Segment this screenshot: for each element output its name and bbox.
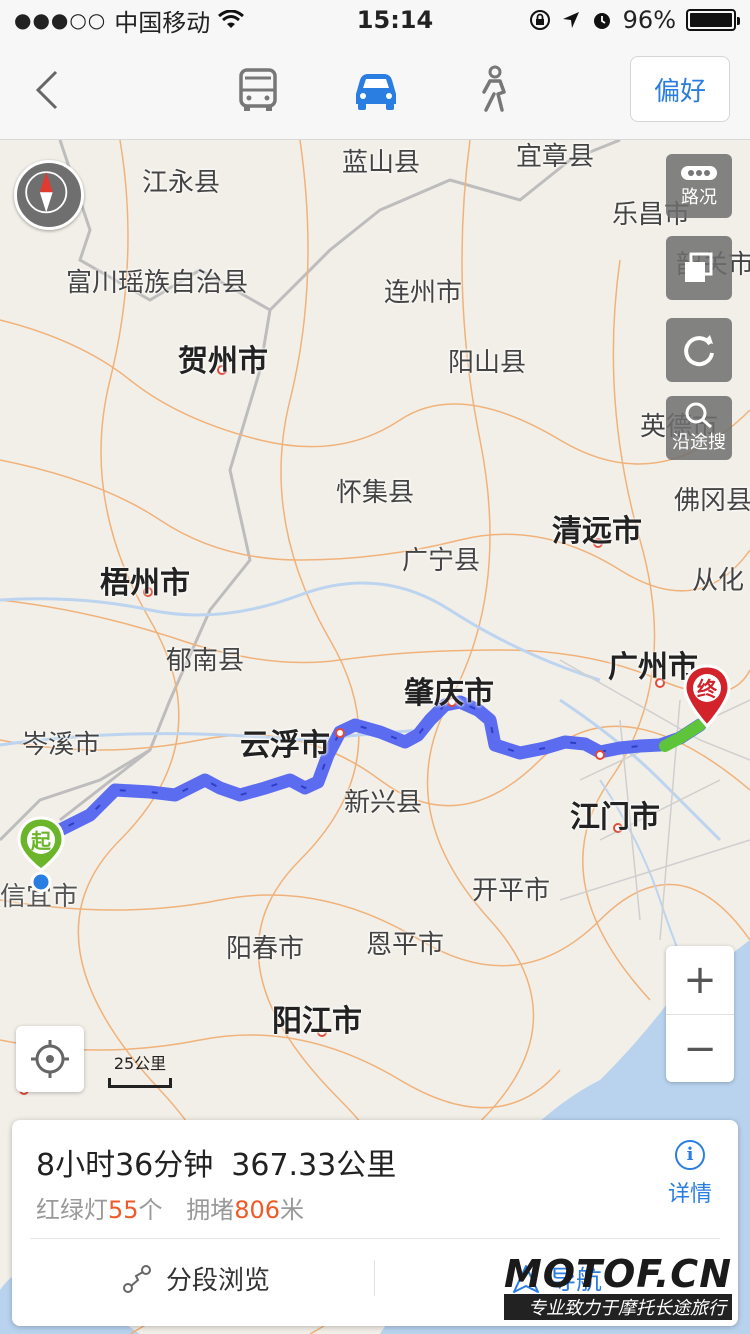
status-bar: ●●●○○ 中国移动 15:14 96% (0, 0, 750, 40)
traffic-button[interactable]: 路况 (666, 154, 732, 218)
congestion-unit: 米 (280, 1196, 304, 1224)
route-stats: 红绿灯55个 拥堵806米 (36, 1190, 304, 1225)
map-scale: 25公里 (108, 1050, 172, 1088)
map-label-fuchuan: 富川瑶族自治县 (66, 268, 249, 298)
map-label-yunan: 郁南县 (166, 646, 245, 676)
map-label-yangchun: 阳春市 (226, 934, 305, 964)
layers-button[interactable] (666, 236, 732, 300)
rotation-lock-icon (529, 10, 550, 30)
battery-icon (686, 9, 740, 31)
compass-button[interactable] (14, 160, 84, 230)
map-label-lanshan: 蓝山县 (342, 148, 421, 178)
map-label-zhaoqing: 肇庆市 (404, 676, 494, 711)
map-label-fogang: 佛冈县 (674, 486, 750, 516)
alarm-icon (593, 13, 610, 29)
segment-route-icon (123, 1264, 151, 1293)
car-mode-button[interactable] (350, 64, 402, 116)
map-label-yangshan: 阳山县 (448, 348, 527, 378)
search-icon (685, 402, 712, 428)
map-label-conghua: 从化 (692, 566, 745, 596)
map-label-guangning: 广宁县 (402, 546, 481, 576)
button-separator (374, 1260, 375, 1296)
traffic-icon (681, 166, 717, 180)
refresh-button[interactable] (666, 318, 732, 382)
details-label: 详情 (667, 1182, 712, 1207)
zoom-in-button[interactable]: + (666, 946, 734, 1014)
map-label-enping: 恩平市 (366, 930, 445, 960)
back-button[interactable] (28, 68, 68, 112)
battery-percent: 96% (622, 6, 676, 34)
segment-browse-button[interactable]: 分段浏览 (122, 1260, 270, 1297)
start-marker[interactable]: 起 (16, 816, 66, 896)
end-marker[interactable]: 终 (682, 664, 732, 734)
crosshair-icon (31, 1040, 69, 1078)
map-label-huaiji: 怀集县 (336, 478, 415, 508)
traffic-lights-label: 红绿灯 (36, 1196, 108, 1224)
map-label-cenxi: 岑溪市 (22, 730, 101, 760)
congestion-label: 拥堵 (186, 1196, 235, 1224)
locate-button[interactable] (16, 1026, 84, 1092)
bus-mode-button[interactable] (232, 64, 284, 116)
map-label-kaiping: 开平市 (472, 876, 551, 906)
details-button[interactable]: i 详情 (660, 1140, 720, 1208)
walk-mode-button[interactable] (468, 64, 520, 116)
status-time: 15:14 (356, 6, 434, 34)
card-divider (30, 1238, 720, 1239)
refresh-icon (684, 335, 714, 367)
watermark-logo: MOTOF.CN (503, 1252, 732, 1296)
layers-icon (685, 252, 713, 282)
map-label-qingyuan: 清远市 (552, 514, 642, 549)
wifi-icon (218, 10, 245, 28)
traffic-label: 路况 (681, 187, 717, 208)
map-label-wuzhou: 梧州市 (100, 566, 190, 601)
zoom-controls: + − (666, 946, 734, 1082)
map-label-jiangyong: 江永县 (142, 168, 221, 198)
search-along-label: 沿途搜 (672, 432, 726, 453)
carrier-name: 中国移动 (114, 8, 211, 37)
map-label-yunfu: 云浮市 (240, 728, 330, 763)
map-label-xinxing: 新兴县 (344, 788, 423, 818)
info-icon: i (675, 1140, 705, 1170)
route-distance: 367.33公里 (231, 1148, 397, 1183)
route-duration: 8小时36分钟 (36, 1148, 214, 1183)
search-along-button[interactable]: 沿途搜 (666, 396, 732, 460)
congestion-length: 806 (234, 1196, 280, 1224)
segment-browse-label: 分段浏览 (166, 1266, 271, 1296)
scale-label: 25公里 (113, 1054, 167, 1073)
map-label-lianzhou: 连州市 (384, 278, 463, 308)
start-marker-label: 起 (30, 829, 52, 853)
route-summary: 8小时36分钟 367.33公里 (36, 1140, 396, 1184)
traffic-lights-unit: 个 (138, 1196, 163, 1224)
watermark: MOTOF.CN 专业致力于摩托长途旅行 (503, 1252, 732, 1320)
end-marker-label: 终 (697, 677, 718, 701)
map-label-jiangmen: 江门市 (570, 800, 660, 835)
location-arrow-icon (562, 12, 579, 28)
traffic-lights-count: 55 (108, 1196, 139, 1224)
watermark-slogan: 专业致力于摩托长途旅行 (503, 1294, 732, 1320)
map-label-hezhou: 贺州市 (178, 344, 268, 379)
map-label-yangjiang: 阳江市 (272, 1004, 362, 1039)
route-summary-card[interactable]: 8小时36分钟 367.33公里 红绿灯55个 拥堵806米 i 详情 分段浏览 … (12, 1120, 738, 1326)
map-label-yizhang: 宜章县 (516, 142, 595, 172)
preference-button[interactable]: 偏好 (630, 56, 730, 122)
route-mode-bar: 偏好 (0, 40, 750, 140)
scale-bar (108, 1078, 172, 1088)
zoom-out-button[interactable]: − (666, 1014, 734, 1082)
signal-strength: ●●●○○ (14, 8, 107, 32)
